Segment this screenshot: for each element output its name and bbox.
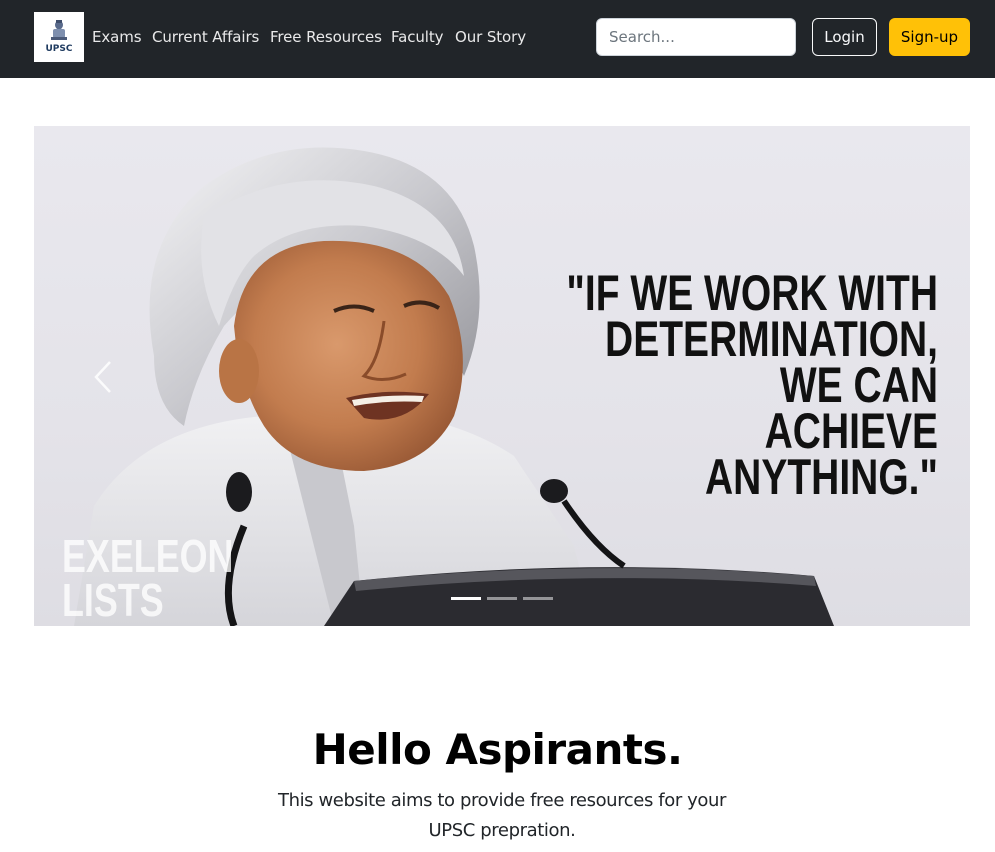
upsc-logo[interactable]: UPSC <box>34 12 84 62</box>
nav-link-current-affairs[interactable]: Current Affairs <box>152 27 259 47</box>
carousel-watermark: EXELEON LISTS <box>62 530 234 626</box>
nav-link-exams[interactable]: Exams <box>92 27 142 47</box>
carousel-indicator-3[interactable] <box>523 597 553 600</box>
emblem-icon: UPSC <box>46 20 73 54</box>
nav-link-our-story[interactable]: Our Story <box>455 27 526 47</box>
nav-link-faculty[interactable]: Faculty <box>391 27 444 47</box>
signup-button[interactable]: Sign-up <box>889 18 970 56</box>
chevron-left-icon <box>94 361 111 393</box>
carousel-indicator-2[interactable] <box>487 597 517 600</box>
logo-text: UPSC <box>46 44 73 54</box>
login-button[interactable]: Login <box>812 18 877 56</box>
carousel-quote: "IF WE WORK WITH DETERMINATION, WE CAN A… <box>566 265 938 505</box>
carousel-indicator-1[interactable] <box>451 597 481 600</box>
navbar: UPSC Exams Current Affairs Free Resource… <box>0 0 995 78</box>
page-subtitle: This website aims to provide free resour… <box>277 790 727 841</box>
hero-carousel: "IF WE WORK WITH DETERMINATION, WE CAN A… <box>34 126 970 626</box>
carousel-prev-button[interactable] <box>90 360 120 394</box>
nav-link-free-resources[interactable]: Free Resources <box>270 27 382 47</box>
search-input[interactable] <box>596 18 796 56</box>
page-title: Hello Aspirants. <box>312 725 683 774</box>
carousel-indicators <box>451 597 553 601</box>
